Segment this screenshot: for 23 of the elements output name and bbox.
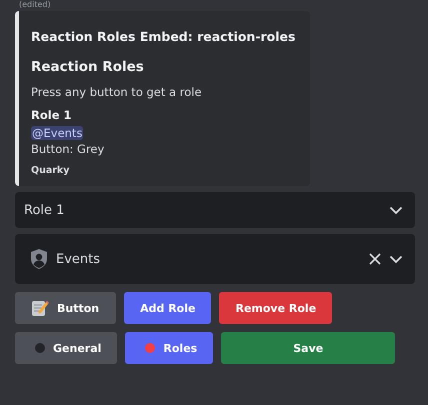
- field-value: Button: Grey: [31, 142, 106, 156]
- chevron-down-icon[interactable]: [389, 254, 403, 264]
- field-name: Role 1: [31, 108, 73, 122]
- clear-icon[interactable]: [369, 253, 381, 265]
- embed-footer: Quarky: [31, 165, 302, 176]
- select-dropdown[interactable]: Role 1: [15, 192, 415, 228]
- edited-label: (edited): [19, 0, 52, 11]
- select-dropdown[interactable]: Events: [15, 234, 415, 284]
- action-button[interactable]: Add Role: [124, 292, 212, 324]
- selected-role: Events: [56, 252, 102, 266]
- action-button[interactable]: Roles: [125, 332, 214, 364]
- role-shield-icon: [30, 248, 48, 270]
- embed-description: Press any button to get a role: [31, 85, 203, 99]
- chevron-down-icon[interactable]: [389, 206, 403, 214]
- selected-option: Role 1: [24, 202, 381, 218]
- action-button[interactable]: Save: [221, 332, 396, 364]
- embed-author: Reaction Roles Embed: reaction-roles: [31, 29, 296, 44]
- role-mention[interactable]: @Events: [31, 126, 84, 140]
- action-button[interactable]: Button: [15, 292, 116, 324]
- memo-pencil-icon: [31, 299, 49, 317]
- action-button[interactable]: Remove Role: [219, 292, 332, 324]
- action-button[interactable]: General: [15, 332, 118, 364]
- embed-title: Reaction Roles: [31, 59, 145, 75]
